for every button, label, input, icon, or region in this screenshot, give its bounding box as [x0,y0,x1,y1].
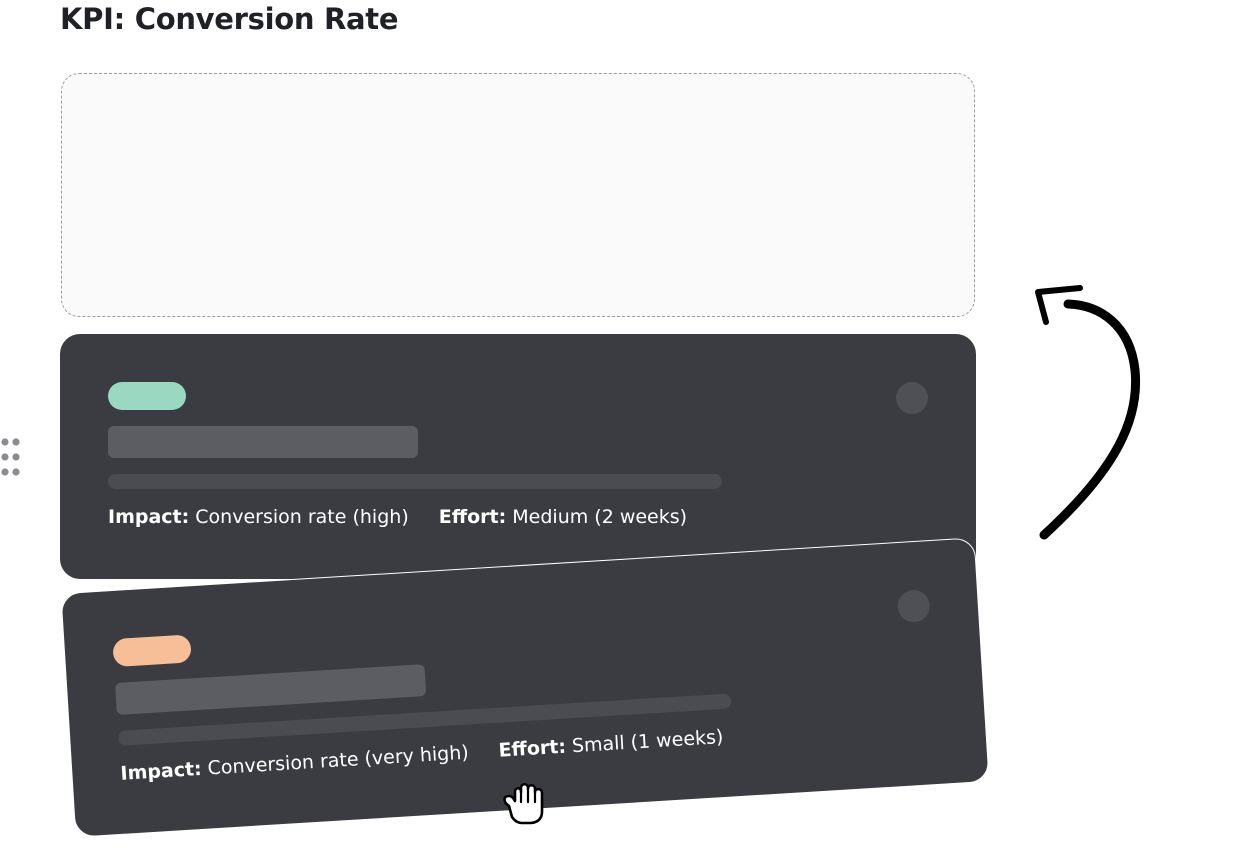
page-title: KPI: Conversion Rate [60,2,399,36]
effort-label: Effort: [438,506,507,528]
impact-value: Conversion rate (very high) [206,741,470,780]
card-status-indicator[interactable] [896,589,931,624]
card-title-placeholder [114,664,427,715]
category-tag [108,382,186,410]
effort-group: Effort: Small (1 weeks) [498,726,724,762]
card-drop-zone[interactable] [61,73,975,317]
card-status-indicator[interactable] [896,382,928,414]
impact-value: Conversion rate (high) [195,506,409,528]
kanban-board: KPI: Conversion Rate Impact: Conversion … [0,0,1248,853]
category-tag [112,634,192,668]
impact-label: Impact: [119,757,203,785]
impact-group: Impact: Conversion rate (high) [108,506,409,528]
idea-card[interactable]: Impact: Conversion rate (high) Effort: Me… [60,334,976,579]
impact-group: Impact: Conversion rate (very high) [120,742,469,785]
effort-label: Effort: [497,735,567,762]
card-title-placeholder [108,426,418,458]
card-meta: Impact: Conversion rate (high) Effort: Me… [108,506,717,528]
grab-hand-icon [503,782,544,825]
card-description-placeholder [108,474,722,489]
curved-arrow-icon [1035,285,1141,540]
impact-label: Impact: [108,506,190,528]
effort-value: Medium (2 weeks) [512,506,688,528]
effort-group: Effort: Medium (2 weeks) [439,506,687,528]
effort-value: Small (1 weeks) [571,726,724,758]
drag-handle-icon[interactable] [0,437,22,481]
